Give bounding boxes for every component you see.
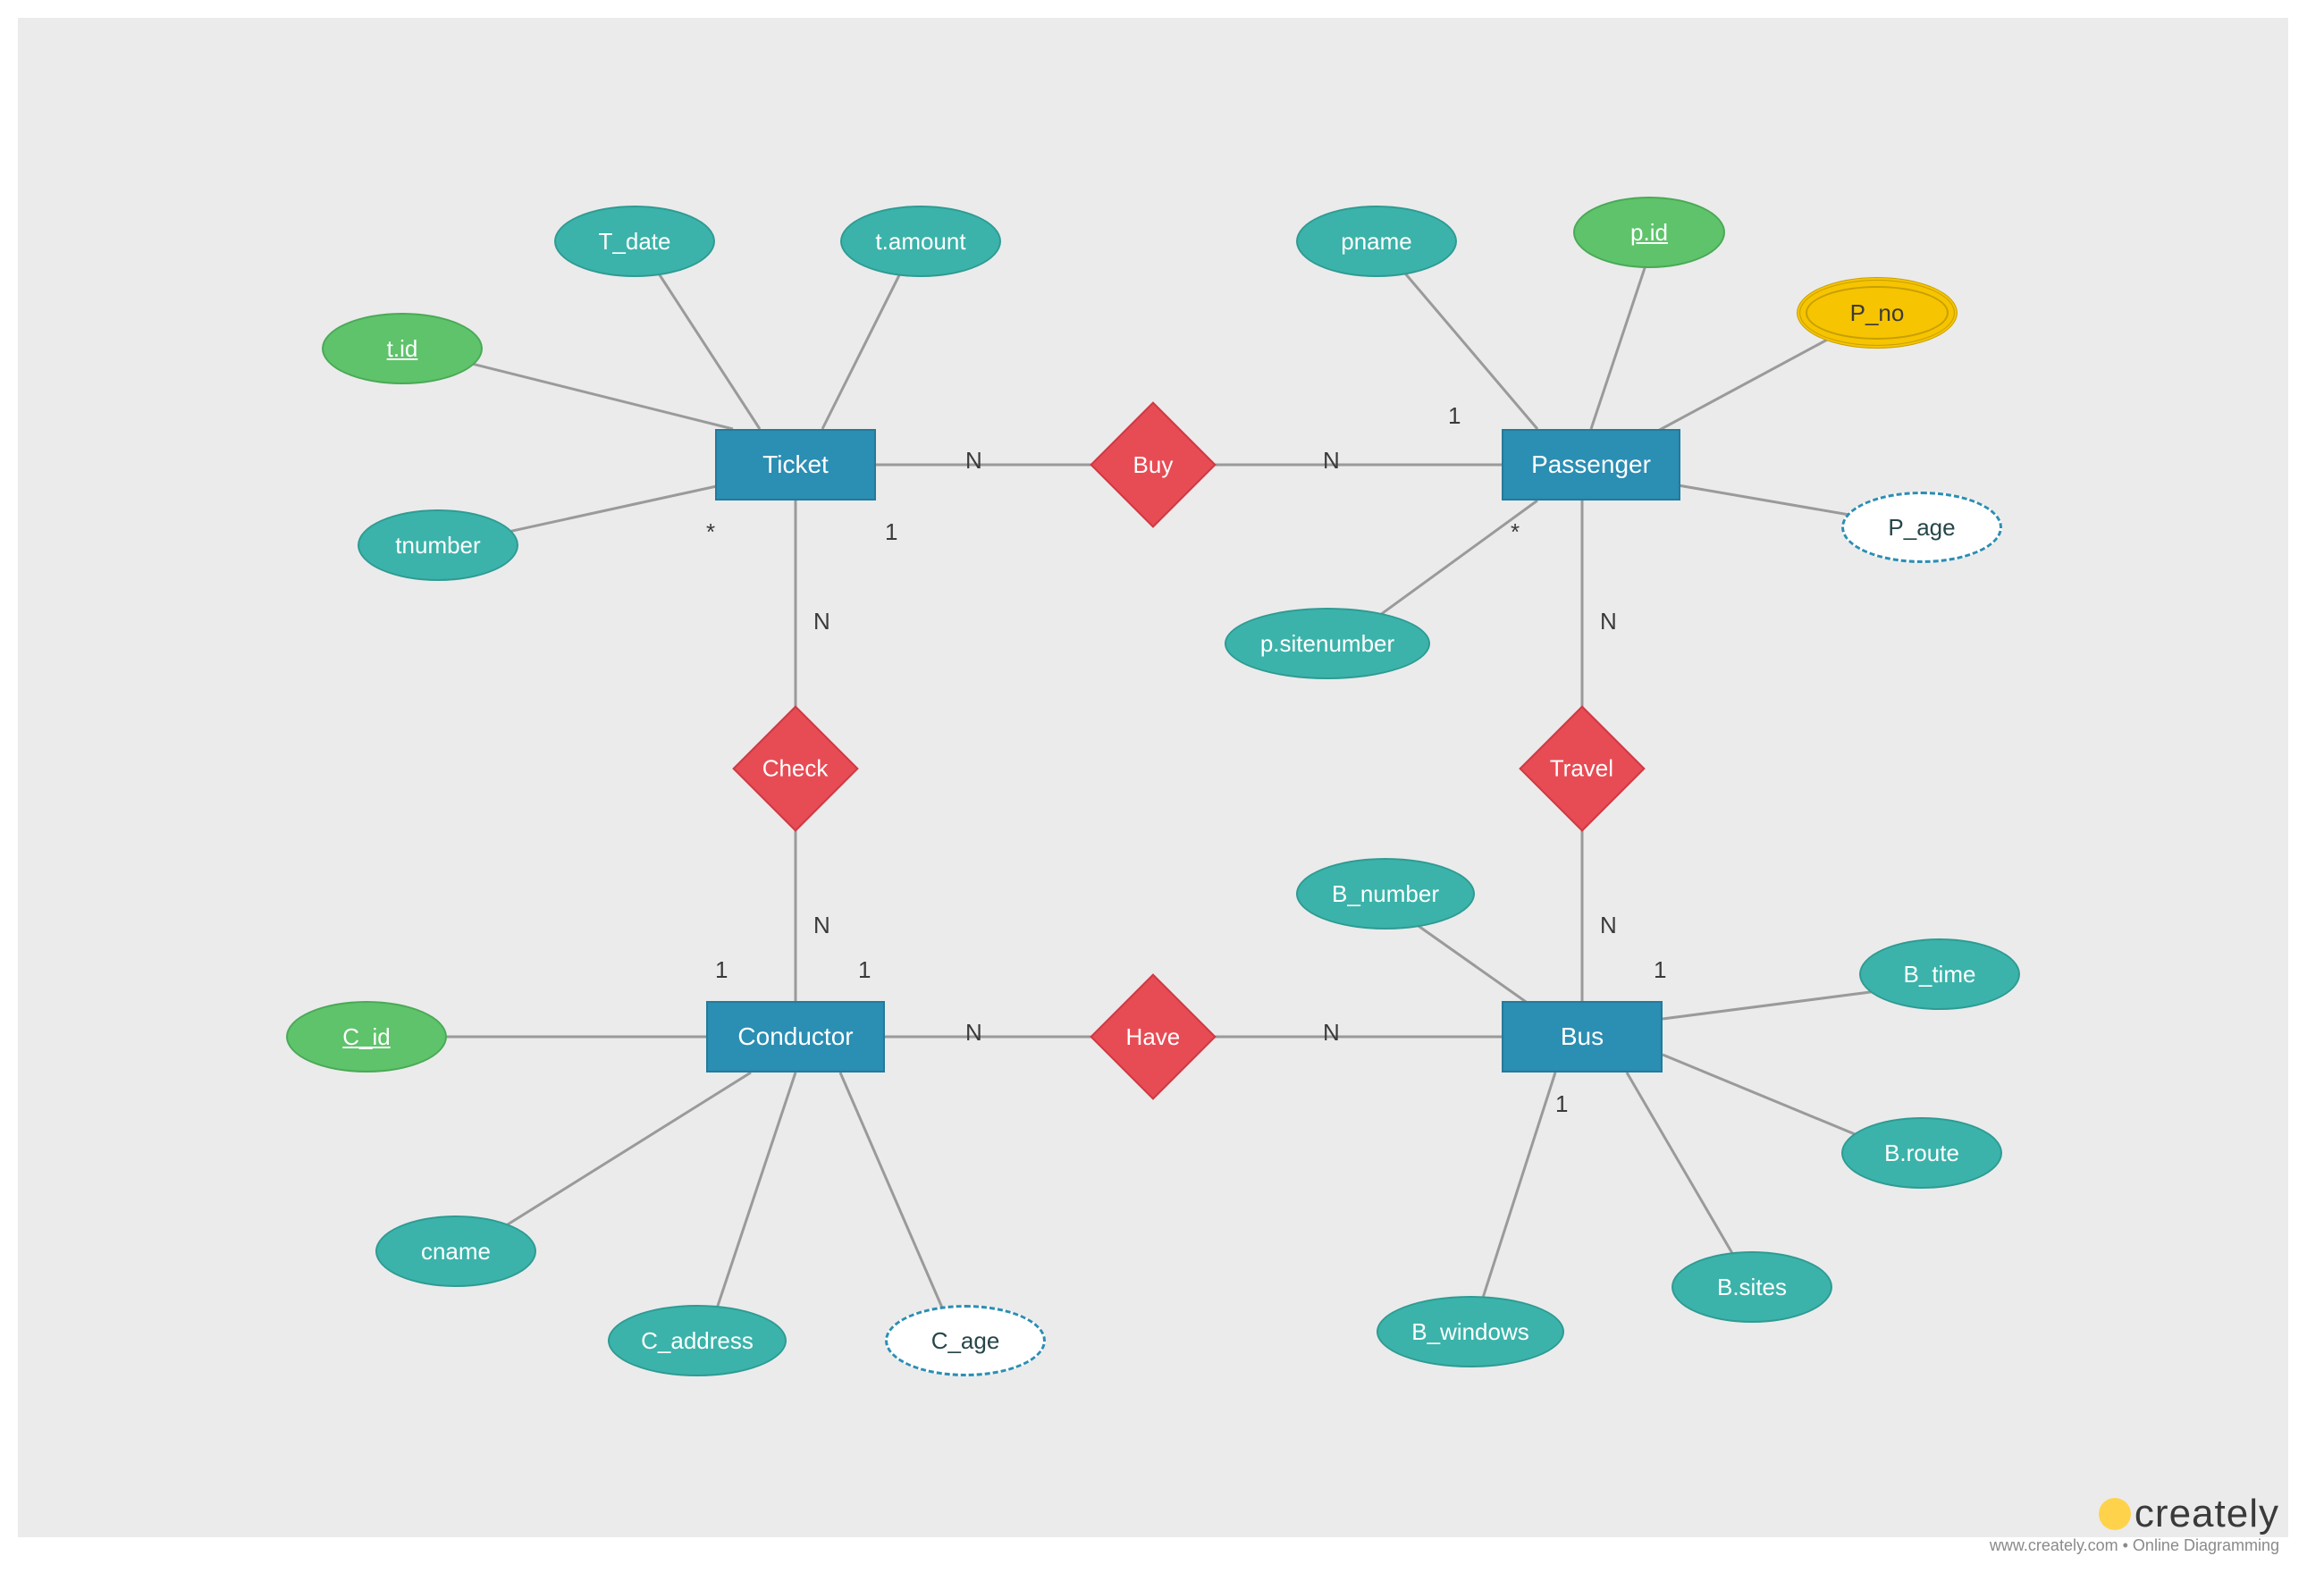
attr-tnumber-label: tnumber bbox=[395, 532, 480, 559]
entity-passenger-label: Passenger bbox=[1531, 450, 1651, 479]
attr-t-id[interactable]: t.id bbox=[322, 313, 483, 384]
relationship-check-label: Check bbox=[762, 754, 829, 782]
entity-conductor[interactable]: Conductor bbox=[706, 1001, 885, 1072]
card-conductor-have: N bbox=[965, 1019, 982, 1047]
card-ticket-check: N bbox=[813, 608, 830, 635]
brand-tagline: www.creately.com • Online Diagramming bbox=[1990, 1536, 2279, 1555]
attr-p-sitenumber[interactable]: p.sitenumber bbox=[1225, 608, 1430, 679]
brand-logo: creately bbox=[1990, 1492, 2279, 1536]
entity-bus[interactable]: Bus bbox=[1502, 1001, 1663, 1072]
card-buy-passenger: N bbox=[1323, 447, 1340, 475]
attr-p-id-label: p.id bbox=[1630, 219, 1668, 247]
attr-b-time[interactable]: B_time bbox=[1859, 938, 2020, 1010]
attr-c-id-label: C_id bbox=[342, 1023, 390, 1051]
attr-pname-label: pname bbox=[1341, 228, 1412, 256]
card-ticket-star: * bbox=[706, 518, 715, 546]
attr-b-sites[interactable]: B.sites bbox=[1671, 1251, 1832, 1323]
relationship-travel-label: Travel bbox=[1550, 755, 1613, 783]
card-passenger-travel: N bbox=[1600, 608, 1617, 635]
attr-c-address-label: C_address bbox=[641, 1327, 754, 1355]
card-conductor-one-r: 1 bbox=[858, 956, 871, 984]
attr-t-amount[interactable]: t.amount bbox=[840, 206, 1001, 277]
card-travel-bus: N bbox=[1600, 912, 1617, 939]
attr-c-address[interactable]: C_address bbox=[608, 1305, 787, 1376]
entity-passenger[interactable]: Passenger bbox=[1502, 429, 1680, 500]
card-ticket-buy: N bbox=[965, 447, 982, 475]
card-have-bus: N bbox=[1323, 1019, 1340, 1047]
card-passenger-star: * bbox=[1511, 518, 1520, 546]
attr-p-age[interactable]: P_age bbox=[1841, 492, 2002, 563]
attr-p-no-label: P_no bbox=[1850, 299, 1905, 327]
attr-b-sites-label: B.sites bbox=[1717, 1274, 1787, 1301]
footer-brand: creately www.creately.com • Online Diagr… bbox=[1990, 1492, 2279, 1555]
entity-conductor-label: Conductor bbox=[737, 1022, 853, 1051]
card-ticket-one: 1 bbox=[885, 518, 897, 546]
attr-tnumber[interactable]: tnumber bbox=[358, 509, 518, 581]
attr-pname[interactable]: pname bbox=[1296, 206, 1457, 277]
entity-ticket-label: Ticket bbox=[762, 450, 829, 479]
edges-layer bbox=[18, 18, 2288, 1537]
card-conductor-one-l: 1 bbox=[715, 956, 728, 984]
card-bus-one-t: 1 bbox=[1654, 956, 1666, 984]
attr-p-no[interactable]: P_no bbox=[1797, 277, 1958, 349]
attr-p-sitenumber-label: p.sitenumber bbox=[1260, 630, 1394, 658]
attr-p-age-label: P_age bbox=[1888, 514, 1955, 542]
brand-text: creately bbox=[2135, 1492, 2279, 1535]
diagram-canvas: Ticket Passenger Conductor Bus Buy Check… bbox=[18, 18, 2288, 1537]
attr-p-id[interactable]: p.id bbox=[1573, 197, 1725, 268]
attr-cname-label: cname bbox=[421, 1238, 491, 1266]
attr-t-date[interactable]: T_date bbox=[554, 206, 715, 277]
relationship-buy-label: Buy bbox=[1133, 451, 1174, 479]
card-passenger-one: 1 bbox=[1448, 402, 1461, 430]
attr-cname[interactable]: cname bbox=[375, 1216, 536, 1287]
relationship-have-label: Have bbox=[1126, 1022, 1181, 1050]
card-check-conductor: N bbox=[813, 912, 830, 939]
attr-b-windows[interactable]: B_windows bbox=[1377, 1296, 1564, 1367]
attr-b-route-label: B.route bbox=[1884, 1140, 1959, 1167]
attr-b-time-label: B_time bbox=[1904, 961, 1976, 988]
attr-b-route[interactable]: B.route bbox=[1841, 1117, 2002, 1189]
attr-c-age-label: C_age bbox=[931, 1327, 1000, 1355]
attr-c-age[interactable]: C_age bbox=[885, 1305, 1046, 1376]
entity-bus-label: Bus bbox=[1561, 1022, 1604, 1051]
attr-c-id[interactable]: C_id bbox=[286, 1001, 447, 1072]
attr-b-number[interactable]: B_number bbox=[1296, 858, 1475, 930]
attr-b-number-label: B_number bbox=[1332, 880, 1439, 908]
attr-b-windows-label: B_windows bbox=[1411, 1318, 1529, 1346]
attr-t-amount-label: t.amount bbox=[875, 228, 965, 256]
entity-ticket[interactable]: Ticket bbox=[715, 429, 876, 500]
attr-t-date-label: T_date bbox=[599, 228, 671, 256]
attr-t-id-label: t.id bbox=[387, 335, 418, 363]
card-bus-one-b: 1 bbox=[1555, 1090, 1568, 1118]
bulb-icon bbox=[2099, 1498, 2131, 1530]
